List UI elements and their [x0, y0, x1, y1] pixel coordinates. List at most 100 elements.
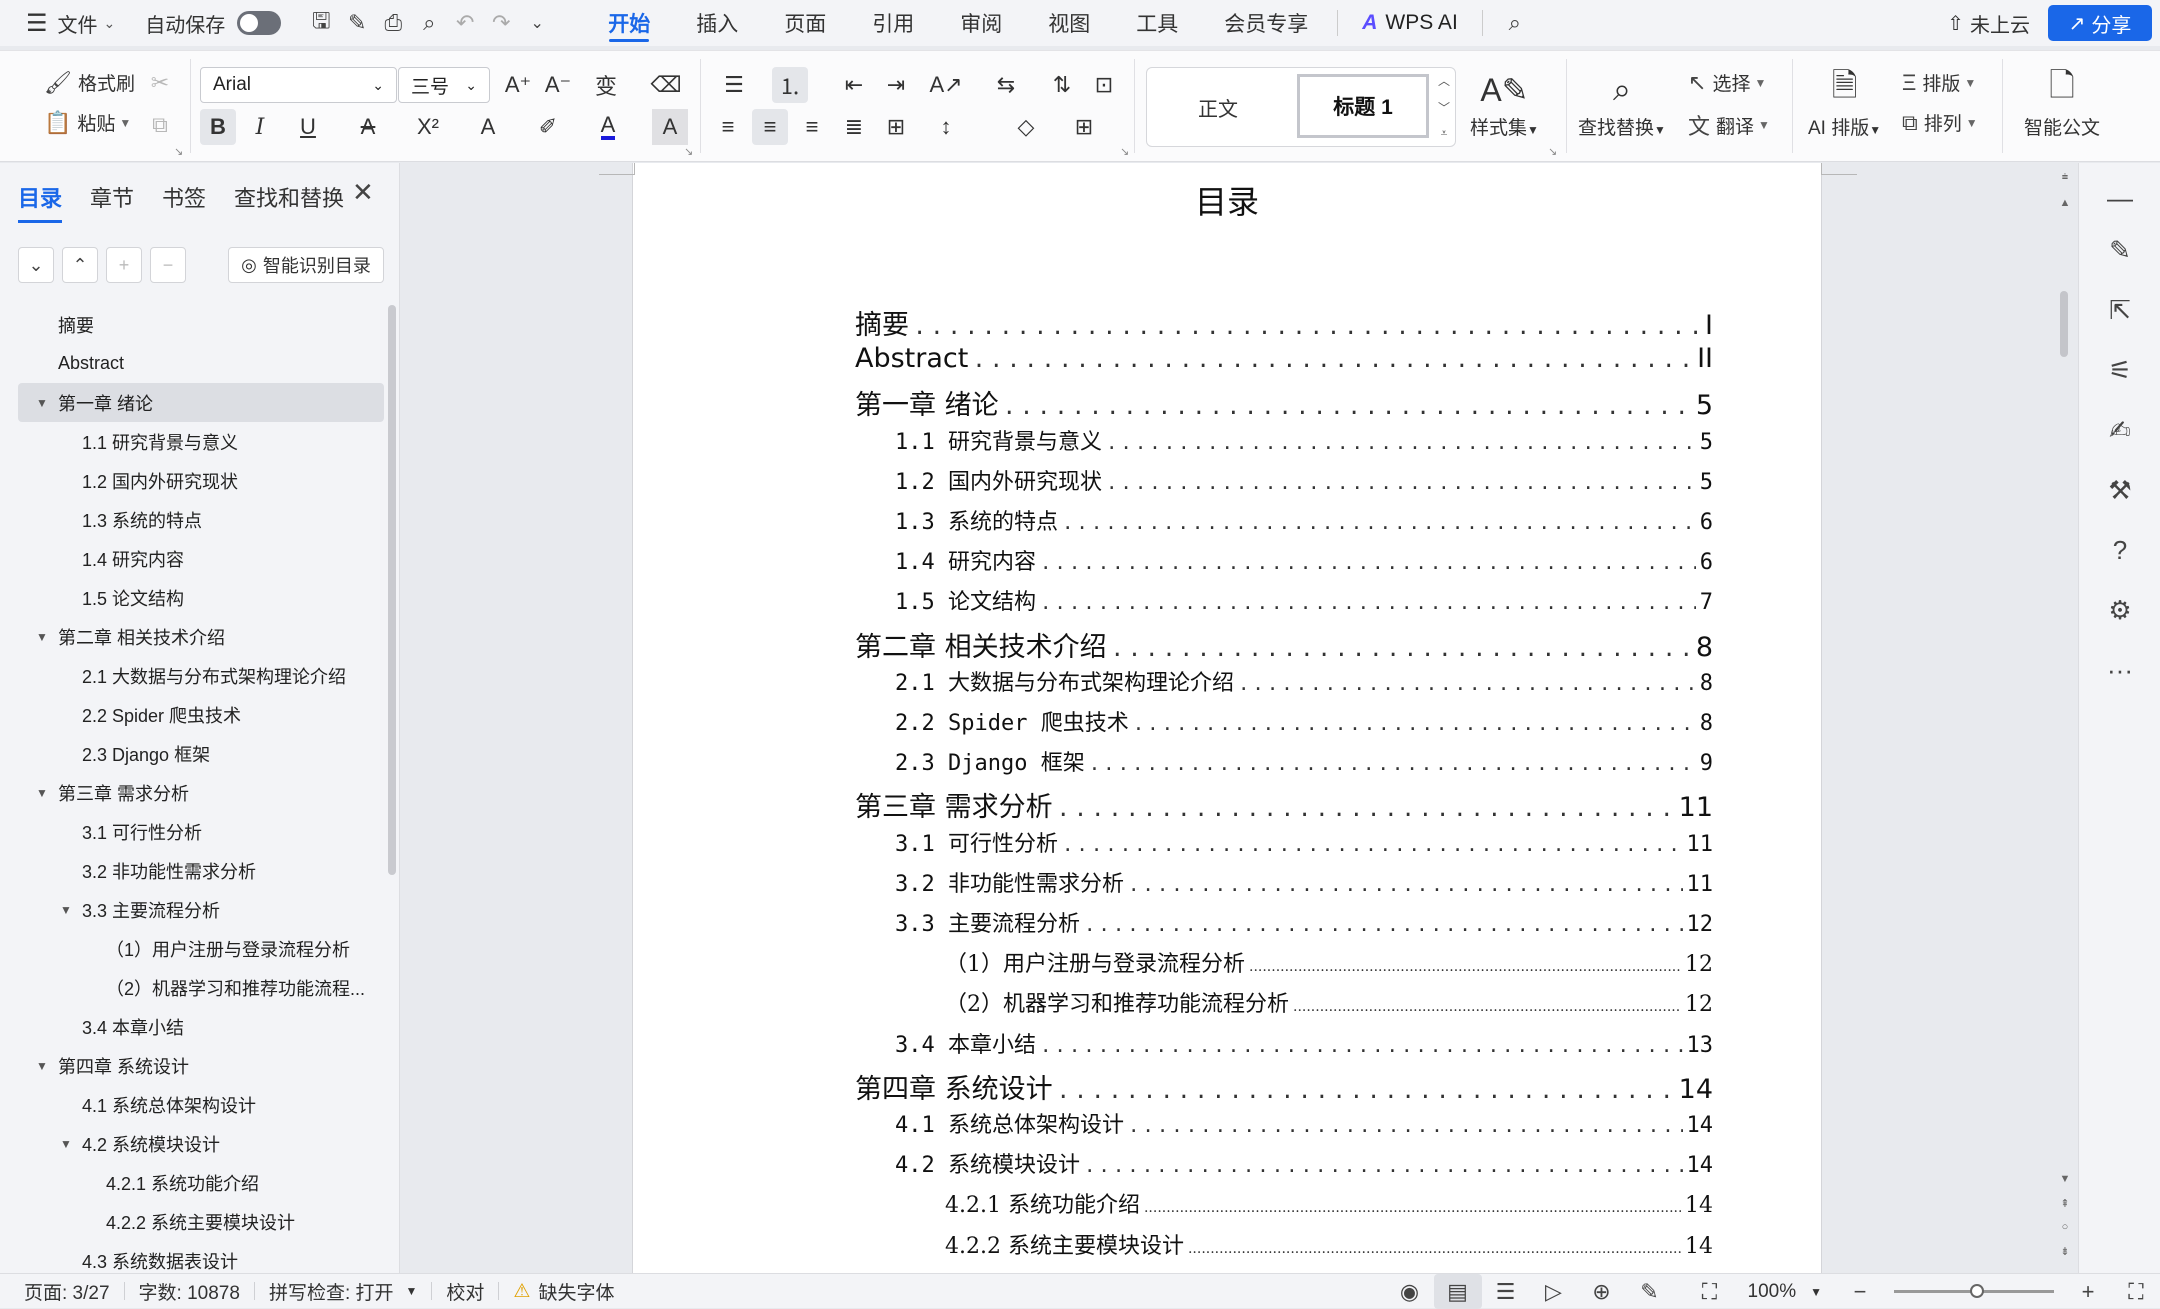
justify-icon[interactable]: ≣ — [836, 109, 872, 145]
tab-insert[interactable]: 插入 — [673, 0, 761, 46]
toc-entry[interactable]: 4.2 系统模块设计..............................… — [895, 1147, 1713, 1179]
find-replace-button[interactable]: ⌕ 查找替换▼ — [1578, 67, 1666, 140]
zoom-in-icon[interactable]: + — [2064, 1274, 2112, 1309]
toc-tree-item[interactable]: 1.5 论文结构 — [0, 578, 384, 617]
smart-toc-button[interactable]: ◎ 智能识别目录 — [228, 247, 384, 283]
ai-layout-button[interactable]: 🗎 AI 排版▼ — [1808, 67, 1881, 140]
copy-icon[interactable]: ⧉ — [142, 107, 178, 143]
print-preview-icon[interactable]: ⌕ — [411, 0, 447, 46]
word-count[interactable]: 字数: 10878 — [125, 1274, 254, 1309]
nav-tab-toc[interactable]: 目录 — [18, 181, 62, 213]
toc-tree-item[interactable]: 1.3 系统的特点 — [0, 500, 384, 539]
close-icon[interactable]: ✕ — [352, 177, 374, 208]
translate-button[interactable]: 文 翻译 ▼ — [1688, 109, 1770, 141]
toc-entry[interactable]: Abstract................................… — [855, 343, 1713, 374]
zoom-slider[interactable] — [1894, 1290, 2054, 1293]
line-break-icon[interactable]: ⇆ — [988, 67, 1024, 103]
font-size-select[interactable]: 三号 ⌄ — [398, 67, 490, 103]
spell-check[interactable]: 拼写检查: 打开 ▼ — [255, 1274, 431, 1309]
italic-icon[interactable]: I — [242, 109, 278, 145]
nav-tab-bookmarks[interactable]: 书签 — [162, 181, 206, 213]
toc-tree-item[interactable]: 摘要 — [0, 305, 384, 344]
numbered-list-icon[interactable]: ⒈ — [772, 67, 808, 103]
zoom-level[interactable]: 100% ▼ — [1734, 1274, 1837, 1309]
paste-button[interactable]: 📋 粘贴 ▼ — [44, 109, 131, 136]
clipboard-launcher-icon[interactable]: ↘ — [174, 145, 183, 158]
scroll-up-icon[interactable]: ▲ — [2056, 197, 2074, 209]
decrease-indent-icon[interactable]: ⇤ — [836, 67, 872, 103]
arrange-button[interactable]: ⧉ 排列 ▼ — [1902, 109, 1978, 136]
toc-entry[interactable]: 第二章 相关技术介绍..............................… — [855, 625, 1713, 664]
output-pdf-icon[interactable]: ✎ — [339, 0, 375, 46]
toc-entry[interactable]: 4.2.1 系统功能介绍............................… — [945, 1187, 1713, 1219]
nav-tab-sections[interactable]: 章节 — [90, 181, 134, 213]
style-set-button[interactable]: A✎ 样式集▼ — [1470, 67, 1539, 140]
borders-icon[interactable]: ⊞ — [1066, 109, 1102, 145]
toc-entry[interactable]: 摘要......................................… — [855, 303, 1713, 342]
toc-entry[interactable]: 1.4 研究内容................................… — [895, 544, 1713, 576]
toc-entry[interactable]: 2.1 大数据与分布式架构理论介绍.......................… — [895, 665, 1713, 697]
toc-tree-item[interactable]: 4.2.2 系统主要模块设计 — [0, 1202, 384, 1241]
clear-format-icon[interactable]: ⌫ — [648, 67, 684, 103]
styles-launcher-icon[interactable]: ↘ — [1548, 145, 1557, 158]
expand-toggle-icon[interactable]: ▼ — [60, 903, 72, 917]
redo-icon[interactable]: ↷ — [483, 0, 519, 46]
toc-entry[interactable]: 第一章 绪论..................................… — [855, 383, 1713, 422]
web-view-icon[interactable]: ⊕ — [1578, 1274, 1626, 1309]
missing-font[interactable]: ⚠ 缺失字体 — [499, 1274, 628, 1309]
document-page[interactable]: 目录 摘要...................................… — [632, 163, 1822, 1273]
toc-entry[interactable]: （1）用户注册与登录流程分析..........................… — [945, 946, 1713, 978]
tab-tools[interactable]: 工具 — [1113, 0, 1201, 46]
format-painter-button[interactable]: 🖌 格式刷 — [44, 69, 135, 96]
select-browse-icon[interactable]: ○ — [2056, 1221, 2074, 1233]
toc-entry[interactable]: 第三章 需求分析................................… — [855, 785, 1713, 824]
distributed-icon[interactable]: ⊞ — [878, 109, 914, 145]
tools-icon[interactable]: ⚒ — [2095, 465, 2145, 515]
align-right-icon[interactable]: ≡ — [794, 109, 830, 145]
fullscreen-icon[interactable]: ⛶ — [2112, 1274, 2160, 1309]
pen-icon[interactable]: ✎ — [2095, 225, 2145, 275]
bullet-list-icon[interactable]: ☰ — [716, 67, 752, 103]
style-gallery-scroll[interactable]: ︿ ﹀ ⩡ — [1435, 72, 1453, 141]
toc-entry[interactable]: 1.2 国内外研究现状.............................… — [895, 464, 1713, 496]
toc-tree-item[interactable]: 2.3 Django 框架 — [0, 734, 384, 773]
toc-entry[interactable]: 3.2 非功能性需求分析............................… — [895, 866, 1713, 898]
tab-home[interactable]: 开始 — [585, 0, 673, 46]
tab-page[interactable]: 页面 — [761, 0, 849, 46]
superscript-icon[interactable]: X² — [410, 109, 446, 145]
toc-tree-item[interactable]: （2）机器学习和推荐功能流程... — [0, 968, 384, 1007]
shading-icon[interactable]: ◇ — [1008, 109, 1044, 145]
toc-tree-item[interactable]: ▼第一章 绪论 — [18, 383, 384, 422]
play-icon[interactable]: ▷ — [1530, 1274, 1578, 1309]
tab-member[interactable]: 会员专享 — [1201, 0, 1331, 46]
write-mode-icon[interactable]: ✎ — [1626, 1274, 1674, 1309]
search-icon[interactable]: ⌕ — [1497, 0, 1533, 46]
toc-entry[interactable]: 1.5 论文结构................................… — [895, 584, 1713, 616]
toc-tree-item[interactable]: （1）用户注册与登录流程分析 — [0, 929, 384, 968]
outline-view-icon[interactable]: ☰ — [1482, 1274, 1530, 1309]
add-heading-icon[interactable]: + — [106, 247, 142, 283]
expand-all-icon[interactable]: ⌄ — [18, 247, 54, 283]
toc-entry[interactable]: 4.2.2 系统主要模块设计..........................… — [945, 1228, 1713, 1260]
toc-entry[interactable]: 3.4 本章小结................................… — [895, 1027, 1713, 1059]
tab-review[interactable]: 审阅 — [937, 0, 1025, 46]
page-count[interactable]: 页面: 3/27 — [0, 1274, 124, 1309]
underline-icon[interactable]: U — [290, 109, 326, 145]
style-heading1[interactable]: 标题 1 — [1297, 74, 1429, 138]
autosave-control[interactable]: 自动保存 — [127, 0, 293, 46]
toc-tree-item[interactable]: 1.2 国内外研究现状 — [0, 461, 384, 500]
toc-tree-item[interactable]: 1.1 研究背景与意义 — [0, 422, 384, 461]
proofread[interactable]: 校对 — [432, 1274, 498, 1309]
toc-entry[interactable]: 2.2 Spider 爬虫技术.........................… — [895, 705, 1713, 737]
font-name-select[interactable]: Arial ⌄ — [200, 67, 397, 103]
split-view-icon[interactable]: ⩧ — [2056, 171, 2074, 184]
file-menu[interactable]: ☰ 文件 ⌄ — [0, 0, 127, 46]
tab-view[interactable]: 视图 — [1025, 0, 1113, 46]
phonetic-guide-icon[interactable]: 变 — [588, 67, 624, 103]
tab-references[interactable]: 引用 — [849, 0, 937, 46]
toc-tree-item[interactable]: 2.2 Spider 爬虫技术 — [0, 695, 384, 734]
char-shading-icon[interactable]: A — [652, 109, 688, 145]
increase-font-icon[interactable]: A⁺ — [500, 67, 536, 103]
collapse-all-icon[interactable]: ⌃ — [62, 247, 98, 283]
toc-tree-item[interactable]: 3.2 非功能性需求分析 — [0, 851, 384, 890]
